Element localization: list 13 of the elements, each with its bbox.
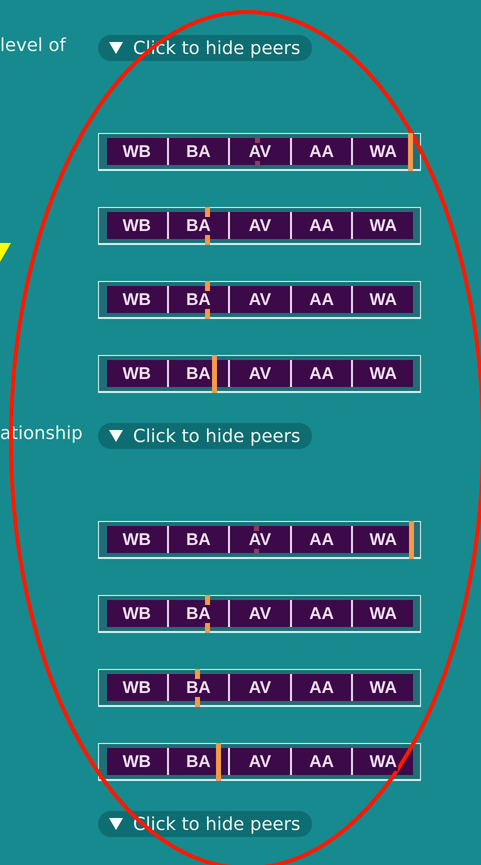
question-text: level of (0, 34, 66, 56)
scale-label: WA (368, 752, 398, 770)
arrow-head (0, 243, 11, 262)
scale-label: BA (185, 290, 212, 308)
scale-label: BA (185, 604, 212, 622)
triangle-icon (108, 429, 124, 443)
scale-label: AV (248, 530, 272, 548)
scale-label: AV (248, 142, 272, 160)
toggle-button[interactable]: Click to hide peers (98, 423, 312, 449)
scale-label: BA (185, 678, 212, 696)
scale-label: BA (185, 216, 212, 234)
triangle-icon (108, 817, 124, 831)
triangle-icon (108, 41, 124, 55)
